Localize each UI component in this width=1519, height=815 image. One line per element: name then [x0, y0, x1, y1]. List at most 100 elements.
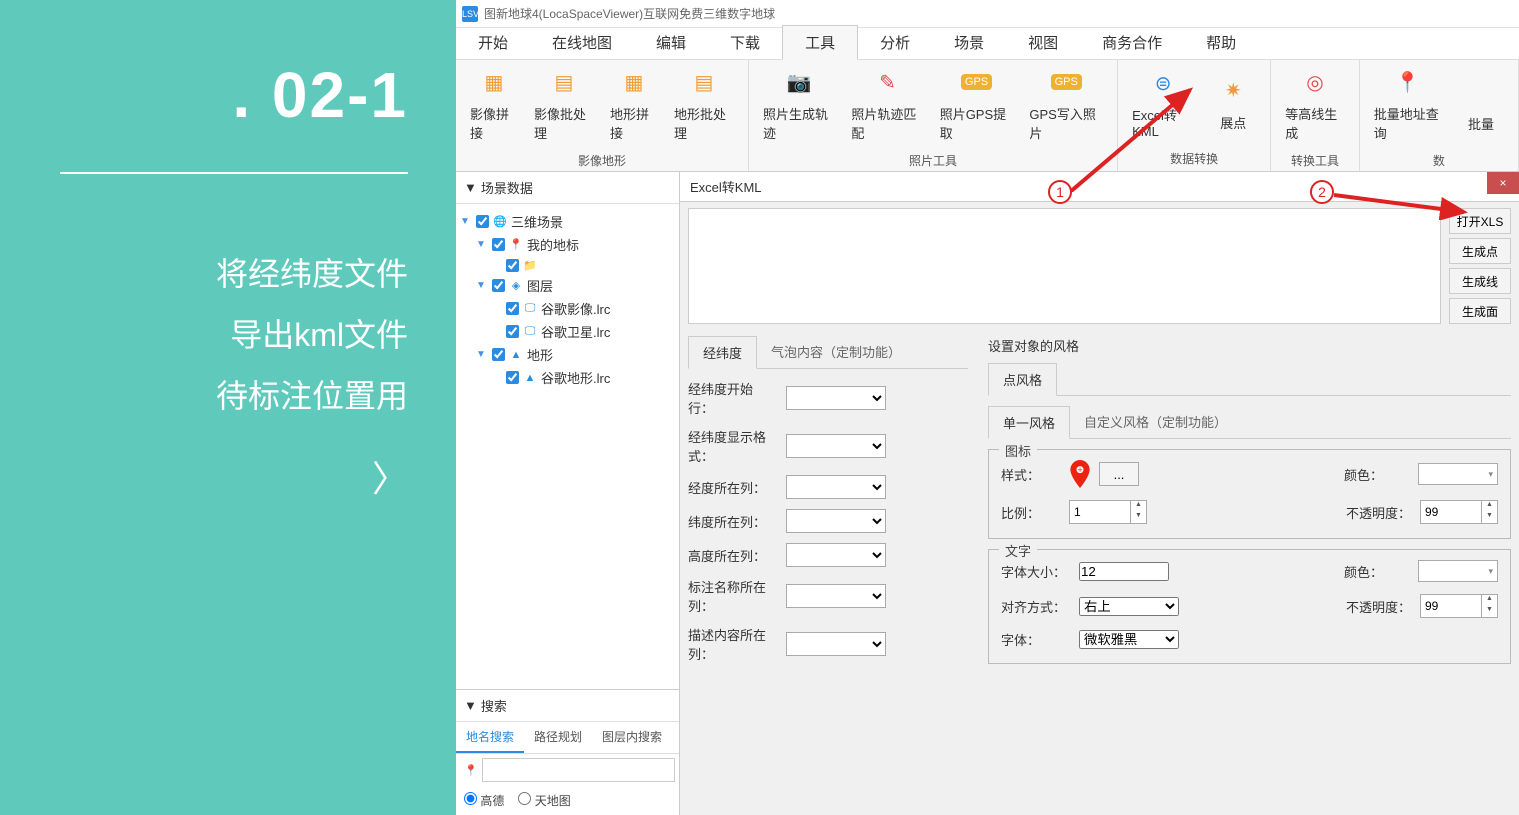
terrain-batch-icon: ▤ [688, 66, 720, 98]
icon-opacity-spinner[interactable]: ▲▼ [1420, 500, 1498, 524]
folder-icon: 📁 [523, 258, 537, 272]
chevron-right-icon: 〉 [0, 450, 408, 502]
folder-checkbox[interactable] [506, 259, 519, 272]
lon-col-select[interactable] [786, 475, 886, 499]
ribbon-contour-gen[interactable]: ◎等高线生成 [1277, 64, 1353, 144]
contour-icon: ◎ [1299, 66, 1331, 98]
tab-edit[interactable]: 编辑 [634, 26, 708, 59]
text-color-picker[interactable]: ▾ [1418, 560, 1498, 582]
scene-tree-panel: ▼场景数据 ▼🌐三维场景 ▼📍我的地标 📁 ▼◈图层 🖵谷歌影像.lrc 🖵谷歌… [456, 172, 680, 815]
search-pin-icon: 📍 [464, 763, 478, 777]
lat-col-select[interactable] [786, 509, 886, 533]
tree-node-root[interactable]: ▼🌐三维场景 [460, 210, 675, 233]
ribbon-terrain-stitch[interactable]: ▦地形拼接 [602, 64, 666, 144]
tab-tools[interactable]: 工具 [782, 25, 858, 60]
font-size-input[interactable] [1079, 562, 1169, 581]
subtab-latlon[interactable]: 经纬度 [688, 336, 757, 369]
subtab-point-style[interactable]: 点风格 [988, 363, 1057, 396]
more-icon [1465, 76, 1497, 108]
image-stitch-icon: ▦ [478, 66, 510, 98]
gen-line-button[interactable]: 生成线 [1449, 268, 1511, 294]
gen-polygon-button[interactable]: 生成面 [1449, 298, 1511, 324]
tab-start[interactable]: 开始 [456, 26, 530, 59]
close-button[interactable]: × [1487, 172, 1519, 194]
tab-analysis[interactable]: 分析 [858, 26, 932, 59]
scene-header: ▼场景数据 [456, 172, 679, 204]
subtab-bubble[interactable]: 气泡内容（定制功能） [757, 336, 915, 368]
excel-kml-icon: ⊜ [1147, 67, 1179, 99]
svg-text:+: + [1077, 465, 1082, 475]
tree-node-google-sat[interactable]: 🖵谷歌卫星.lrc [460, 320, 675, 343]
subtab-custom-style[interactable]: 自定义风格（定制功能） [1070, 406, 1241, 438]
format-select[interactable] [786, 434, 886, 458]
camera-icon: 📷 [783, 66, 815, 98]
icon-fieldset: 图标 样式： + ... 颜色： ▾ [988, 449, 1511, 539]
ribbon-batch-address[interactable]: 📍批量地址查询 [1366, 64, 1450, 144]
tab-business[interactable]: 商务合作 [1080, 26, 1184, 59]
gterrain-checkbox[interactable] [506, 371, 519, 384]
search-input[interactable] [482, 758, 675, 782]
tab-online-map[interactable]: 在线地图 [530, 26, 634, 59]
align-select[interactable]: 右上 [1079, 597, 1179, 616]
tree-node-google-terrain[interactable]: ▲谷歌地形.lrc [460, 366, 675, 389]
icon-color-picker[interactable]: ▾ [1418, 463, 1498, 485]
tree-node-mymark[interactable]: ▼📍我的地标 [460, 233, 675, 256]
open-xls-button[interactable]: 打开XLS [1449, 208, 1511, 234]
ribbon-image-batch[interactable]: ▤影像批处理 [526, 64, 602, 144]
ribbon-photo-track[interactable]: 📷照片生成轨迹 [755, 64, 843, 144]
tree-node-terrain[interactable]: ▼▲地形 [460, 343, 675, 366]
tab-view[interactable]: 视图 [1006, 26, 1080, 59]
gimg-checkbox[interactable] [506, 302, 519, 315]
scene-tree[interactable]: ▼🌐三维场景 ▼📍我的地标 📁 ▼◈图层 🖵谷歌影像.lrc 🖵谷歌卫星.lrc… [456, 204, 679, 689]
search-tab-layer[interactable]: 图层内搜索 [592, 722, 672, 753]
ribbon-expand-point[interactable]: ✷展点 [1202, 73, 1264, 134]
root-checkbox[interactable] [476, 215, 489, 228]
ribbon-terrain-batch[interactable]: ▤地形批处理 [666, 64, 742, 144]
tree-node-google-img[interactable]: 🖵谷歌影像.lrc [460, 297, 675, 320]
icon-browse-button[interactable]: ... [1099, 462, 1139, 486]
tree-node-layers[interactable]: ▼◈图层 [460, 274, 675, 297]
terrain-icon: ▲ [509, 348, 523, 362]
ribbon-group-data: 📍批量地址查询 批量 数 [1360, 60, 1519, 171]
titlebar: LSV 图新地球4(LocaSpaceViewer)互联网免费三维数字地球 [456, 0, 1519, 28]
text-opacity-spinner[interactable]: ▲▼ [1420, 594, 1498, 618]
ribbon-group-convert-tools: ◎等高线生成 转换工具 [1271, 60, 1360, 171]
subtab-single-style[interactable]: 单一风格 [988, 406, 1070, 439]
radio-gaode[interactable]: 高德 [464, 792, 504, 809]
mymark-checkbox[interactable] [492, 238, 505, 251]
tab-help[interactable]: 帮助 [1184, 26, 1258, 59]
tree-node-folder[interactable]: 📁 [460, 256, 675, 274]
name-col-select[interactable] [786, 584, 886, 608]
globe-icon: 🌐 [493, 215, 507, 229]
tab-download[interactable]: 下载 [708, 26, 782, 59]
ribbon-image-stitch[interactable]: ▦影像拼接 [462, 64, 526, 144]
gen-point-button[interactable]: 生成点 [1449, 238, 1511, 264]
layers-checkbox[interactable] [492, 279, 505, 292]
tab-scene[interactable]: 场景 [932, 26, 1006, 59]
radio-tianditu[interactable]: 天地图 [518, 792, 570, 809]
ribbon-photo-gps-extract[interactable]: GPS照片GPS提取 [932, 64, 1022, 144]
ribbon-photo-match[interactable]: ✎照片轨迹匹配 [843, 64, 931, 144]
terrain-checkbox[interactable] [492, 348, 505, 361]
ratio-spinner[interactable]: ▲▼ [1069, 500, 1147, 524]
slide-description: 将经纬度文件 导出kml文件 待标注位置用 [0, 244, 408, 426]
alt-col-select[interactable] [786, 543, 886, 567]
slide-number: . 02-1 [0, 58, 408, 132]
search-tabs: 地名搜索 路径规划 图层内搜索 [456, 722, 679, 754]
desc-col-select[interactable] [786, 632, 886, 656]
divider [60, 172, 408, 174]
gsat-checkbox[interactable] [506, 325, 519, 338]
ribbon-batch-more[interactable]: 批量 [1450, 74, 1512, 135]
font-select[interactable]: 微软雅黑 [1079, 630, 1179, 649]
address-icon: 📍 [1392, 66, 1424, 98]
style-header: 设置对象的风格 [988, 336, 1511, 355]
search-tab-place[interactable]: 地名搜索 [456, 722, 524, 753]
image-batch-icon: ▤ [548, 66, 580, 98]
pin-icon: 📍 [509, 238, 523, 252]
ribbon-gps-write[interactable]: GPSGPS写入照片 [1021, 64, 1111, 144]
search-tab-route[interactable]: 路径规划 [524, 722, 592, 753]
window-title: 图新地球4(LocaSpaceViewer)互联网免费三维数字地球 [484, 5, 775, 22]
start-row-select[interactable] [786, 386, 886, 410]
ribbon: ▦影像拼接 ▤影像批处理 ▦地形拼接 ▤地形批处理 影像地形 📷照片生成轨迹 ✎… [456, 60, 1519, 172]
ribbon-excel-to-kml[interactable]: ⊜Excel转KML [1124, 65, 1202, 141]
